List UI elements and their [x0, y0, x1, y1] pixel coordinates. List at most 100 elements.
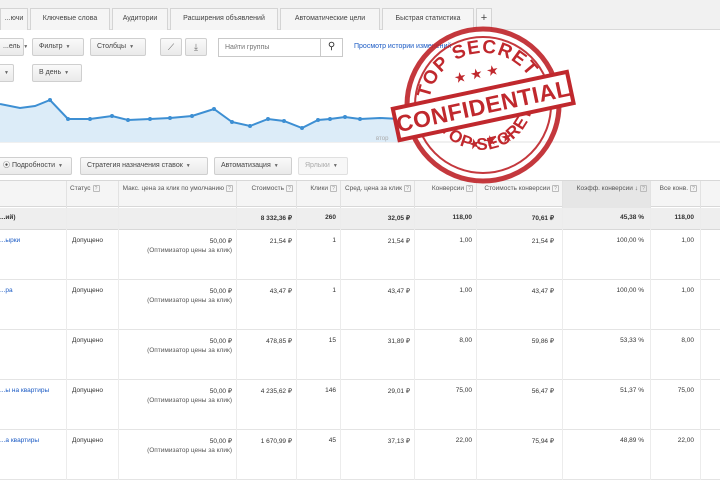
row-avg-cpc: 31,89 ₽: [387, 338, 410, 345]
segment-button[interactable]: ...ель ▼: [0, 38, 28, 56]
row-all-conv: 8,00: [681, 337, 694, 344]
header-cost[interactable]: Стоимость?: [236, 181, 296, 208]
bid-strategy-label: Стратегия назначения ставок: [87, 162, 183, 169]
row-all-conv: 1,00: [681, 287, 694, 294]
row-cost: 478,85 ₽: [266, 338, 292, 345]
chart-point: [66, 117, 70, 121]
header-status[interactable]: Статус?: [66, 181, 118, 208]
table-row: ...ра Допущено 50,00 ₽ (Оптимизатор цены…: [0, 280, 720, 330]
filter-button[interactable]: Фильтр ▼: [32, 38, 84, 56]
row-bid[interactable]: 50,00 ₽: [140, 337, 232, 345]
help-icon[interactable]: ?: [226, 185, 233, 192]
chart-area: [0, 100, 400, 142]
row-avg-cpc: 37,13 ₽: [387, 438, 410, 445]
row-all-conv: 1,00: [681, 237, 694, 244]
totals-conv-rate: 45,38 %: [620, 214, 644, 221]
row-avg-cpc: 29,01 ₽: [387, 388, 410, 395]
column-divider: [236, 208, 237, 480]
download-icon: ⤓: [194, 42, 198, 52]
row-bid[interactable]: 50,00 ₽: [140, 287, 232, 295]
period-select[interactable]: В день ▼: [32, 64, 82, 82]
column-divider: [476, 208, 477, 480]
row-bid-note: (Оптимизатор цены за клик): [147, 397, 232, 404]
columns-button-label: Столбцы: [97, 43, 127, 50]
help-icon[interactable]: ?: [286, 185, 293, 192]
columns-button[interactable]: Столбцы ▼: [90, 38, 146, 56]
search-button[interactable]: ⚲: [320, 39, 342, 56]
row-bid-note: (Оптимизатор цены за клик): [147, 297, 232, 304]
totals-avg-cpc: 32,05 ₽: [387, 215, 410, 222]
row-bid[interactable]: 50,00 ₽: [140, 437, 232, 445]
row-name-link[interactable]: ...ра: [0, 287, 13, 294]
labels-button[interactable]: Ярлыки ▼: [298, 157, 348, 175]
row-conv-rate: 53,33 %: [620, 337, 644, 344]
tab-keywords[interactable]: Ключевые слова: [30, 8, 110, 30]
filter-button-label: Фильтр: [39, 43, 63, 50]
row-cost-per-conv: 59,86 ₽: [531, 338, 554, 345]
automation-button[interactable]: Автоматизация ▼: [214, 157, 292, 175]
row-name-link[interactable]: ...а квартиры: [0, 437, 39, 444]
row-bid[interactable]: 50,00 ₽: [140, 237, 232, 245]
search-input[interactable]: [219, 39, 314, 56]
row-name-link[interactable]: ...ы на квартиры: [0, 387, 49, 394]
row-conversions: 1,00: [459, 287, 472, 294]
download-button[interactable]: ⤓: [185, 38, 207, 56]
column-divider: [66, 208, 67, 480]
row-cost-per-conv: 75,94 ₽: [531, 438, 554, 445]
chart-toggle-button[interactable]: ⟋: [160, 38, 182, 56]
chevron-down-icon: ▼: [57, 163, 63, 169]
help-icon[interactable]: ?: [640, 185, 647, 192]
help-icon[interactable]: ?: [92, 185, 100, 192]
metric-select[interactable]: ▼: [0, 64, 14, 82]
chevron-down-icon: ▼: [332, 163, 338, 169]
chevron-down-icon: ▼: [185, 163, 191, 169]
row-status: Допущено: [72, 337, 103, 344]
details-button[interactable]: ⦿ Подробности ▼: [0, 157, 72, 175]
chevron-down-icon: ▼: [273, 163, 279, 169]
bid-strategy-button[interactable]: Стратегия назначения ставок ▼: [80, 157, 208, 175]
row-cost-per-conv: 56,47 ₽: [531, 388, 554, 395]
row-name-link[interactable]: ...ырки: [0, 237, 20, 244]
chart-point: [343, 115, 347, 119]
chart-point: [266, 117, 270, 121]
tab-bar: ...ючи Ключевые слова Аудитории Расширен…: [0, 0, 720, 30]
tab-audiences[interactable]: Аудитории: [112, 8, 168, 30]
row-clicks: 1: [332, 237, 336, 244]
row-cost-per-conv: 43,47 ₽: [531, 288, 554, 295]
header-max-cpc-label: Макс. цена за клик по умолчанию: [122, 185, 224, 193]
tab-keys[interactable]: ...ючи: [0, 8, 28, 30]
chevron-down-icon: ▼: [65, 44, 71, 50]
tab-ad-extensions[interactable]: Расширения объявлений: [170, 8, 278, 30]
chevron-down-icon: ▼: [64, 70, 70, 76]
row-conversions: 75,00: [455, 387, 472, 394]
header-all-conv[interactable]: Все конв.?: [650, 181, 700, 208]
automation-label: Автоматизация: [221, 162, 271, 169]
help-icon[interactable]: ?: [330, 185, 337, 192]
row-bid-note: (Оптимизатор цены за клик): [147, 447, 232, 454]
help-icon[interactable]: ?: [690, 185, 697, 192]
row-clicks: 45: [328, 437, 336, 444]
chart-point: [126, 118, 130, 122]
column-divider: [296, 208, 297, 480]
row-bid[interactable]: 50,00 ₽: [140, 387, 232, 395]
column-divider: [340, 208, 341, 480]
header-clicks[interactable]: Клики?: [296, 181, 340, 208]
column-divider: [414, 208, 415, 480]
search-icon: ⚲: [327, 41, 336, 52]
row-status: Допущено: [72, 287, 103, 294]
totals-clicks: 260: [325, 214, 336, 221]
chart-point: [248, 124, 252, 128]
chart-point: [148, 117, 152, 121]
chart-icon: ⟋: [167, 42, 175, 52]
column-divider: [700, 208, 701, 480]
tab-auto-targets[interactable]: Автоматические цели: [280, 8, 380, 30]
chart-point: [300, 126, 304, 130]
table-header: Статус? Макс. цена за клик по умолчанию?…: [0, 180, 720, 208]
totals-cost-per-conv: 70,61 ₽: [531, 215, 554, 222]
row-conversions: 8,00: [459, 337, 472, 344]
column-divider: [118, 208, 119, 480]
totals-all-conv: 118,00: [674, 214, 694, 221]
header-max-cpc[interactable]: Макс. цена за клик по умолчанию?: [118, 181, 236, 208]
chevron-down-icon: ▼: [23, 44, 29, 50]
header-clicks-label: Клики: [310, 185, 328, 193]
